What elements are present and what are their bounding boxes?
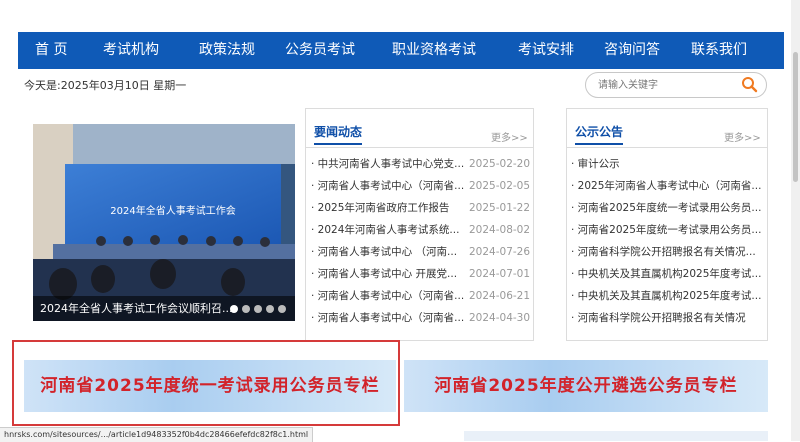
slider-dot[interactable] (254, 305, 262, 313)
notice-title[interactable]: · 2025年河南省人事考试中心（河南省... (571, 176, 763, 196)
news-more-link[interactable]: 更多>> (491, 129, 528, 144)
notice-row[interactable]: · 中央机关及其直属机构2025年度考试... (567, 264, 767, 284)
nav-professional-qualification[interactable]: 职业资格考试 (392, 32, 476, 69)
news-title[interactable]: · 2024年河南省人事考试系统... (311, 220, 471, 240)
news-title[interactable]: · 河南省人事考试中心（河南省... (311, 286, 471, 306)
news-title[interactable]: · 河南省人事考试中心（河南省... (311, 308, 471, 328)
nav-civil-service-exam[interactable]: 公务员考试 (285, 32, 355, 69)
scrollbar-thumb[interactable] (793, 52, 798, 182)
notice-title[interactable]: · 中央机关及其直属机构2025年度考试... (571, 264, 763, 284)
notice-title[interactable]: · 河南省科学院公开招聘报名有关情况... (571, 242, 763, 262)
notice-row[interactable]: · 中央机关及其直属机构2025年度考试... (567, 286, 767, 306)
slider-photo: 2024年全省人事考试工作会 (33, 124, 295, 321)
notice-title[interactable]: · 中央机关及其直属机构2025年度考试... (571, 286, 763, 306)
notice-more-link[interactable]: 更多>> (724, 129, 761, 144)
news-row[interactable]: · 河南省人事考试中心 （河南... 2024-07-26 (306, 242, 533, 262)
current-date: 今天是:2025年03月10日 星期一 (24, 79, 187, 92)
search-icon[interactable] (740, 75, 760, 95)
news-date: 2024-08-02 (469, 224, 531, 236)
nav-policies[interactable]: 政策法规 (199, 32, 255, 69)
news-date: 2024-07-01 (469, 268, 531, 280)
notice-title[interactable]: · 河南省2025年度统一考试录用公务员... (571, 198, 763, 218)
slider-dot[interactable] (278, 305, 286, 313)
news-date: 2025-01-22 (469, 202, 531, 214)
news-row[interactable]: · 河南省人事考试中心（河南省... 2025-02-05 (306, 176, 533, 196)
news-date: 2024-06-21 (469, 290, 531, 302)
news-title[interactable]: · 河南省人事考试中心 开展党... (311, 264, 471, 284)
slider-dot[interactable] (266, 305, 274, 313)
news-title[interactable]: · 中共河南省人事考试中心党支... (311, 154, 471, 174)
news-title[interactable]: · 河南省人事考试中心（河南省... (311, 176, 471, 196)
nav-faq[interactable]: 咨询问答 (604, 32, 660, 69)
notice-title[interactable]: · 审计公示 (571, 154, 763, 174)
slider-dot[interactable] (230, 305, 238, 313)
slider-dots (230, 305, 286, 313)
news-row[interactable]: · 河南省人事考试中心（河南省... 2024-04-30 (306, 308, 533, 328)
news-panel-title: 要闻动态 (314, 123, 363, 145)
notice-row[interactable]: · 河南省科学院公开招聘报名有关情况... (567, 242, 767, 262)
news-title[interactable]: · 2025年河南省政府工作报告 (311, 198, 471, 218)
news-slider[interactable]: 2024年全省人事考试工作会 2024年全省人事考试工作会议顺利召... (33, 124, 295, 321)
divider (306, 147, 533, 148)
status-url: hnrsks.com/sitesources/.../article1d9483… (0, 427, 314, 442)
notice-row[interactable]: · 审计公示 (567, 154, 767, 174)
nav-contact[interactable]: 联系我们 (691, 32, 747, 69)
news-date: 2025-02-20 (469, 158, 531, 170)
news-row[interactable]: · 河南省人事考试中心 开展党... 2024-07-01 (306, 264, 533, 284)
news-row[interactable]: · 2024年河南省人事考试系统... 2024-08-02 (306, 220, 533, 240)
scrollbar[interactable] (791, 0, 800, 441)
slider-caption[interactable]: 2024年全省人事考试工作会议顺利召... (40, 300, 232, 316)
main-nav: 首 页 考试机构 政策法规 公务员考试 职业资格考试 考试安排 咨询问答 联系我… (18, 32, 784, 69)
highlight-box (12, 340, 400, 426)
nav-exam-agencies[interactable]: 考试机构 (103, 32, 159, 69)
news-panel: 要闻动态 更多>> · 中共河南省人事考试中心党支... 2025-02-20 ·… (305, 108, 534, 341)
news-row[interactable]: · 中共河南省人事考试中心党支... 2025-02-20 (306, 154, 533, 174)
news-title[interactable]: · 河南省人事考试中心 （河南... (311, 242, 471, 262)
notice-title[interactable]: · 河南省科学院公开招聘报名有关情况 (571, 308, 763, 328)
nav-exam-schedule[interactable]: 考试安排 (518, 32, 574, 69)
notice-row[interactable]: · 河南省科学院公开招聘报名有关情况 (567, 308, 767, 328)
notice-row[interactable]: · 2025年河南省人事考试中心（河南省... (567, 176, 767, 196)
notice-title[interactable]: · 河南省2025年度统一考试录用公务员... (571, 220, 763, 240)
nav-home[interactable]: 首 页 (35, 32, 67, 69)
notice-row[interactable]: · 河南省2025年度统一考试录用公务员... (567, 198, 767, 218)
news-row[interactable]: · 河南省人事考试中心（河南省... 2024-06-21 (306, 286, 533, 306)
selection-banner[interactable]: 河南省2025年度公开遴选公务员专栏 (404, 360, 768, 412)
news-date: 2024-04-30 (469, 312, 531, 324)
banner-text: 河南省2025年度公开遴选公务员专栏 (434, 376, 738, 396)
search-input[interactable] (596, 76, 740, 94)
news-date: 2024-07-26 (469, 246, 531, 258)
slider-screen-text: 2024年全省人事考试工作会 (110, 204, 235, 217)
slider-dot[interactable] (242, 305, 250, 313)
notice-panel-title: 公示公告 (575, 123, 624, 145)
notice-row[interactable]: · 河南省2025年度统一考试录用公务员... (567, 220, 767, 240)
notice-panel: 公示公告 更多>> · 审计公示 · 2025年河南省人事考试中心（河南省...… (566, 108, 768, 341)
search-box (585, 72, 767, 98)
divider (567, 147, 767, 148)
news-row[interactable]: · 2025年河南省政府工作报告 2025-01-22 (306, 198, 533, 218)
content-strip (464, 431, 768, 441)
news-date: 2025-02-05 (469, 180, 531, 192)
